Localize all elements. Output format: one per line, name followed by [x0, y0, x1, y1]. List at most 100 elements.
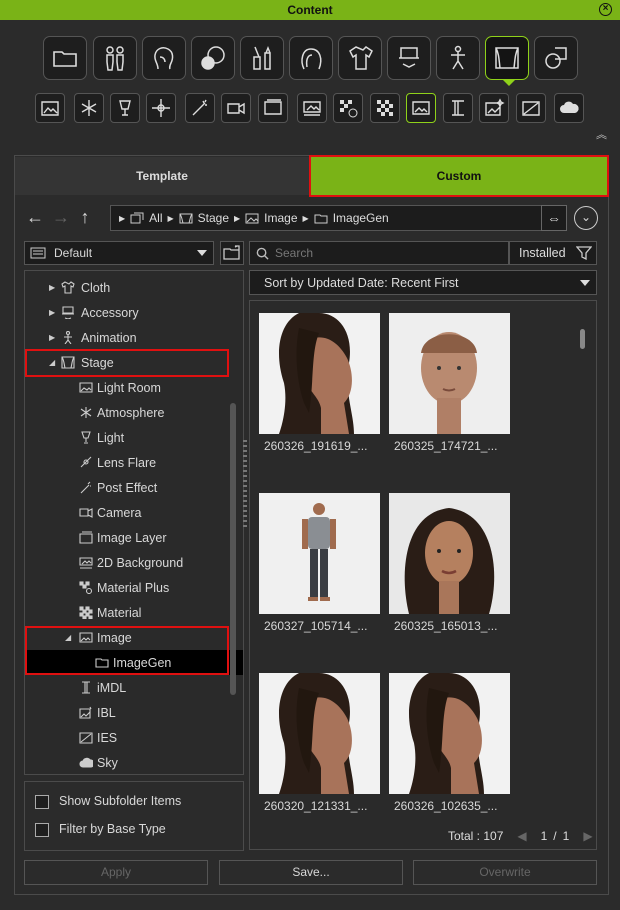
tree-item-lens-flare[interactable]: Lens Flare [25, 450, 243, 475]
chevron-down-icon[interactable]: ⌄ [574, 206, 598, 230]
back-arrow-icon[interactable]: ← [24, 205, 46, 231]
makeup-icon[interactable] [240, 36, 284, 80]
head-icon[interactable] [142, 36, 186, 80]
light-room-icon[interactable] [35, 93, 65, 123]
thumbnail-image[interactable] [259, 313, 380, 434]
thumbnail-image[interactable] [389, 313, 510, 434]
expand-arrow-icon[interactable]: ▶ [49, 283, 59, 292]
breadcrumb-imagegen[interactable]: ImageGen [333, 211, 389, 225]
close-icon[interactable]: × [599, 3, 612, 16]
tree-scrollbar[interactable] [230, 403, 236, 695]
search-box[interactable]: Search [249, 241, 509, 265]
sync-icon[interactable]: ⇔ [541, 205, 567, 231]
thumbnail-image[interactable] [259, 673, 380, 794]
tab-template[interactable]: Template [15, 157, 310, 195]
caret-down-icon [580, 280, 590, 286]
tree-item-light[interactable]: Light [25, 425, 243, 450]
thumbnail-image[interactable] [259, 493, 380, 614]
tree-item-cloth[interactable]: ▶ Cloth [25, 275, 243, 300]
sort-dropdown[interactable]: Sort by Updated Date: Recent First [249, 270, 597, 295]
material-icon[interactable] [370, 93, 400, 123]
camera-icon [79, 508, 93, 518]
breadcrumb-image[interactable]: Image [264, 211, 297, 225]
breadcrumb-stage[interactable]: Stage [198, 211, 229, 225]
collapse-arrow-icon[interactable]: ◢ [65, 633, 75, 642]
ies-icon[interactable] [516, 93, 546, 123]
collapse-arrow-icon[interactable]: ◢ [49, 358, 59, 367]
light-icon[interactable] [110, 93, 140, 123]
image-layer-icon[interactable] [258, 93, 288, 123]
tree-item-material-plus[interactable]: Material Plus [25, 575, 243, 600]
tree-item-accessory[interactable]: ▶ Accessory [25, 300, 243, 325]
thumbnail-image[interactable] [389, 493, 510, 614]
tree-item-label: IES [97, 730, 118, 745]
prev-page-icon[interactable]: ◀ [517, 829, 526, 843]
tab-custom[interactable]: Custom [309, 155, 609, 197]
imdl-icon[interactable] [443, 93, 473, 123]
breadcrumb-expand-icon[interactable]: ▶ [119, 214, 125, 223]
accessory-icon[interactable] [387, 36, 431, 80]
navigation-bar: ← → ↑ ▶ All ▶ Stage ▶ Image ▶ ImageGen ⇔… [24, 205, 599, 231]
tree-item-atmosphere[interactable]: Atmosphere [25, 400, 243, 425]
sky-icon[interactable] [554, 93, 584, 123]
post-effect-icon[interactable] [185, 93, 215, 123]
tree-item-image-layer[interactable]: Image Layer [25, 525, 243, 550]
lens-flare-icon[interactable] [146, 93, 176, 123]
tree-item-sky[interactable]: Sky [25, 750, 243, 774]
image-icon[interactable] [406, 93, 436, 123]
2d-background-icon[interactable] [297, 93, 327, 123]
tree-item-animation[interactable]: ▶ Animation [25, 325, 243, 350]
skin-icon[interactable] [191, 36, 235, 80]
atmosphere-icon[interactable] [74, 93, 104, 123]
tree-options: Show Subfolder Items Filter by Base Type [24, 781, 244, 851]
thumbnail-image[interactable] [389, 673, 510, 794]
animation-icon[interactable] [436, 36, 480, 80]
filter-dropdown[interactable]: Default [24, 241, 214, 265]
expand-arrow-icon[interactable]: ▶ [49, 308, 59, 317]
show-subfolder-checkbox[interactable] [35, 795, 49, 809]
save-button[interactable]: Save... [219, 860, 403, 885]
panel-splitter[interactable] [243, 440, 247, 530]
breadcrumb-all[interactable]: All [149, 211, 162, 225]
stage-icon[interactable] [485, 36, 529, 86]
tree-item-imdl[interactable]: iMDL [25, 675, 243, 700]
new-folder-icon[interactable] [220, 241, 244, 265]
up-arrow-icon[interactable]: ↑ [74, 205, 96, 231]
tree-item-ies[interactable]: IES [25, 725, 243, 750]
tree-item-stage[interactable]: ◢ Stage [25, 350, 243, 375]
folder-icon[interactable] [43, 36, 87, 80]
tree-item-light-room[interactable]: Light Room [25, 375, 243, 400]
tree-item-label: 2D Background [97, 555, 184, 570]
camera-icon[interactable] [221, 93, 251, 123]
filter-base-checkbox[interactable] [35, 823, 49, 837]
next-page-icon[interactable]: ▶ [583, 829, 592, 843]
tree-item-camera[interactable]: Camera [25, 500, 243, 525]
expand-arrow-icon[interactable]: ▶ [49, 333, 59, 342]
breadcrumb-separator-icon[interactable]: ▶ [303, 214, 309, 223]
forward-arrow-icon[interactable]: → [50, 205, 72, 231]
portrait-image [259, 313, 380, 434]
tree-item-image[interactable]: ◢ Image [25, 625, 243, 650]
page-separator: / [553, 829, 557, 843]
overwrite-button[interactable]: Overwrite [413, 860, 597, 885]
collapse-toolbar-icon[interactable]: ︽ [596, 126, 607, 142]
tree-item-imagegen[interactable]: ImageGen [25, 650, 243, 675]
apply-button[interactable]: Apply [24, 860, 208, 885]
avatar-icon[interactable] [93, 36, 137, 80]
ibl-icon[interactable] [479, 93, 509, 123]
search-input[interactable]: Search [275, 246, 313, 260]
post-effect-icon [80, 481, 91, 494]
tree-item-material[interactable]: Material [25, 600, 243, 625]
tree-item-2d-background[interactable]: 2D Background [25, 550, 243, 575]
tree-item-ibl[interactable]: IBL [25, 700, 243, 725]
breadcrumb-separator-icon[interactable]: ▶ [234, 214, 240, 223]
cloth-icon[interactable] [338, 36, 382, 80]
material-plus-icon[interactable] [333, 93, 363, 123]
tree-item-post-effect[interactable]: Post Effect [25, 475, 243, 500]
portrait-image [259, 673, 380, 794]
breadcrumb-separator-icon[interactable]: ▶ [168, 214, 174, 223]
hair-icon[interactable] [289, 36, 333, 80]
grid-scrollbar[interactable] [580, 329, 585, 349]
installed-filter[interactable]: Installed [509, 241, 597, 265]
props-icon[interactable] [534, 36, 578, 80]
